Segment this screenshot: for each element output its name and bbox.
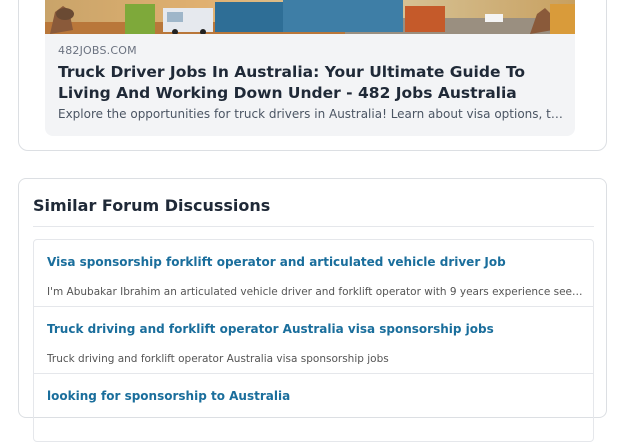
discussion-title-link[interactable]: looking for sponsorship to Australia bbox=[47, 389, 290, 403]
similar-discussions-heading: Similar Forum Discussions bbox=[33, 196, 271, 215]
list-item[interactable]: Truck driving and forklift operator Aust… bbox=[34, 307, 593, 374]
preview-banner-image bbox=[45, 0, 575, 34]
heading-divider bbox=[33, 226, 594, 227]
preview-title[interactable]: Truck Driver Jobs In Australia: Your Ult… bbox=[58, 62, 563, 104]
preview-description: Explore the opportunities for truck driv… bbox=[58, 107, 564, 121]
link-preview[interactable]: 482JOBS.COM Truck Driver Jobs In Austral… bbox=[45, 0, 575, 136]
list-item[interactable]: looking for sponsorship to Australia bbox=[34, 374, 593, 441]
similar-discussions-card: Similar Forum Discussions Visa sponsorsh… bbox=[18, 178, 607, 442]
preview-domain: 482JOBS.COM bbox=[58, 44, 137, 57]
discussion-title-link[interactable]: Visa sponsorship forklift operator and a… bbox=[47, 255, 506, 269]
discussion-excerpt: Truck driving and forklift operator Aust… bbox=[47, 353, 389, 365]
list-item[interactable]: Visa sponsorship forklift operator and a… bbox=[34, 240, 593, 307]
discussion-excerpt: I'm Abubakar Ibrahim an articulated vehi… bbox=[47, 286, 587, 298]
discussion-title-link[interactable]: Truck driving and forklift operator Aust… bbox=[47, 322, 494, 336]
discussion-list: Visa sponsorship forklift operator and a… bbox=[33, 239, 594, 442]
